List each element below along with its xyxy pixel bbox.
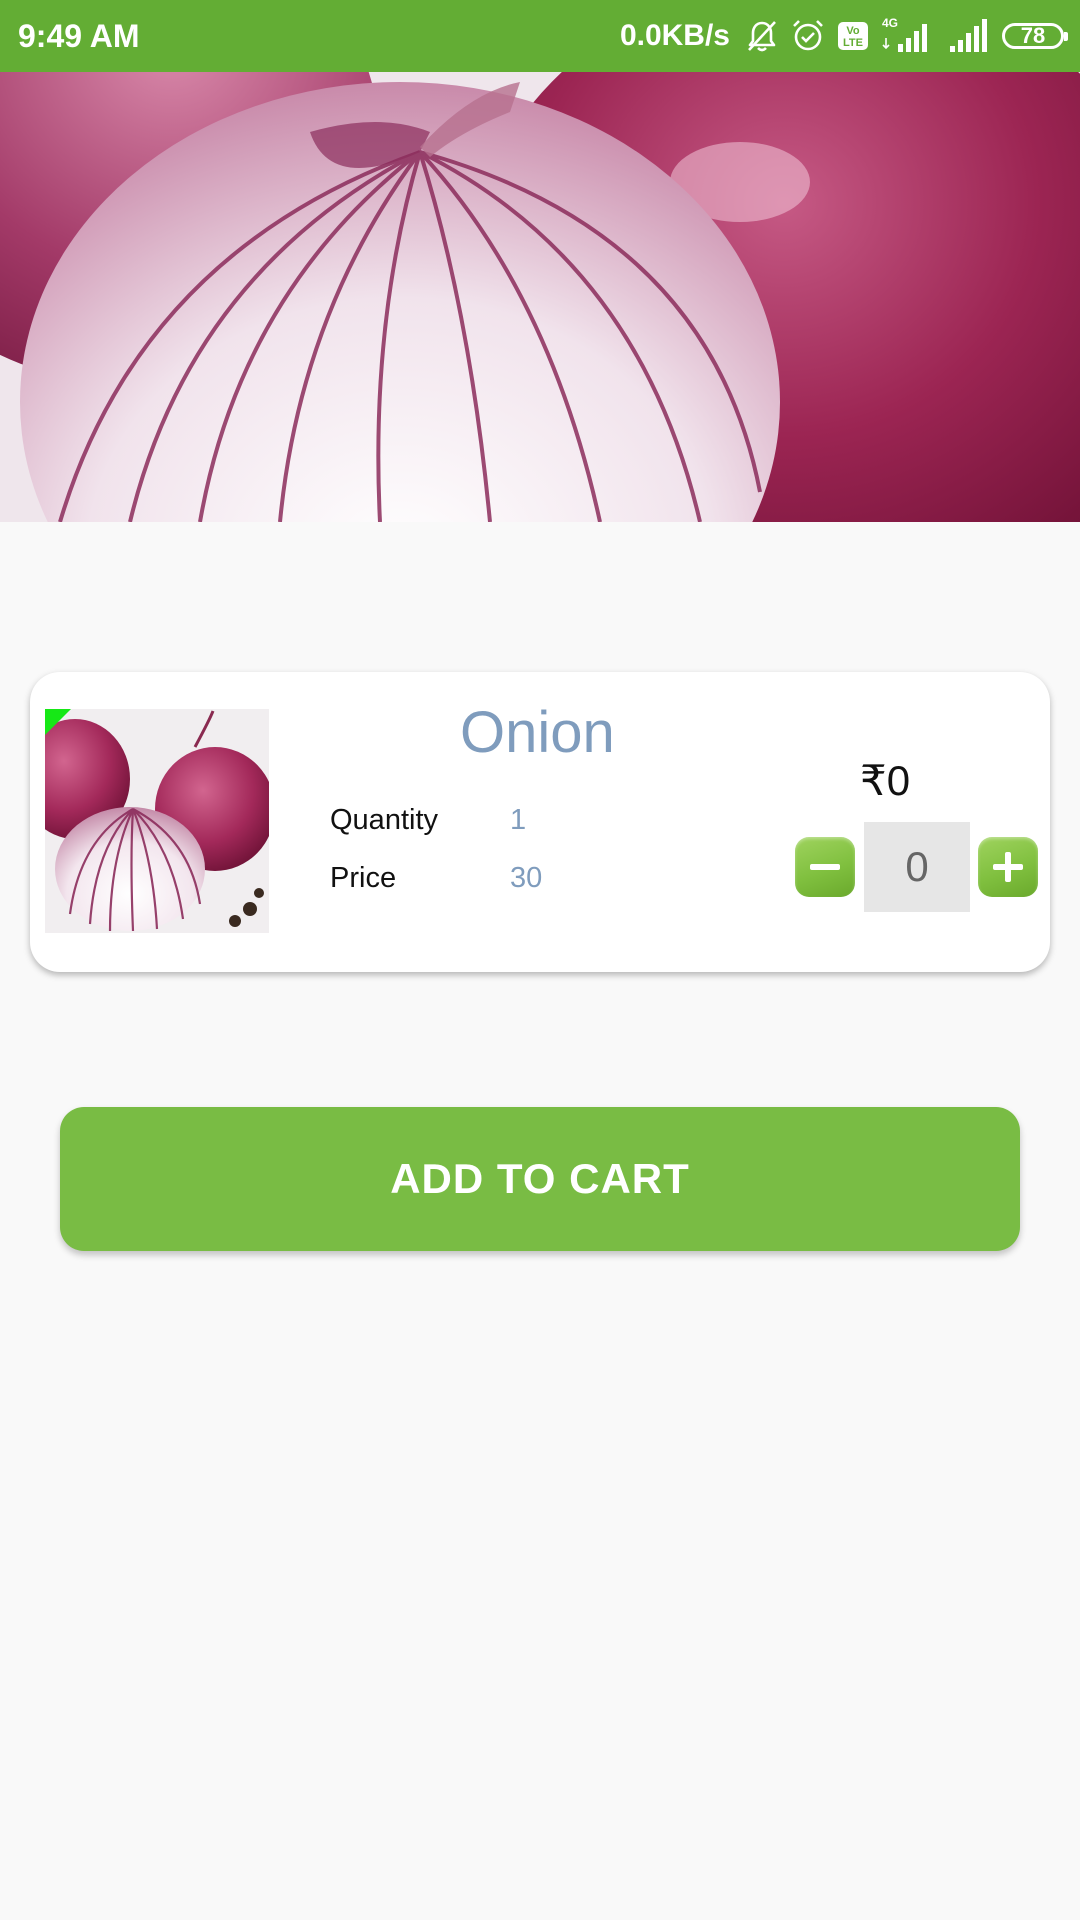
product-detail-screen: 9:49 AM 0.0KB/s Vo LTE 4G 78 Onion Quant… bbox=[0, 0, 1080, 1920]
cart-quantity-display: 0 bbox=[864, 822, 970, 912]
add-to-cart-button[interactable]: ADD TO CART bbox=[60, 1107, 1020, 1251]
decrement-button[interactable] bbox=[795, 837, 855, 897]
notifications-off-icon bbox=[744, 18, 780, 54]
volte-icon: Vo LTE bbox=[836, 19, 870, 53]
svg-text:Vo: Vo bbox=[846, 25, 860, 37]
product-name: Onion bbox=[460, 700, 615, 765]
product-card[interactable]: Onion Quantity 1 Price 30 ₹0 0 bbox=[30, 672, 1050, 972]
battery-level: 78 bbox=[1020, 23, 1046, 48]
status-time: 9:49 AM bbox=[18, 18, 140, 54]
svg-text:LTE: LTE bbox=[843, 37, 863, 49]
price-value: 30 bbox=[510, 862, 543, 894]
increment-button[interactable] bbox=[978, 837, 1038, 897]
network-speed: 0.0KB/s bbox=[619, 19, 730, 52]
battery-icon: 78 bbox=[1002, 23, 1068, 49]
minus-icon bbox=[810, 864, 840, 870]
alarm-icon bbox=[790, 18, 826, 54]
status-bar: 9:49 AM 0.0KB/s Vo LTE 4G 78 bbox=[0, 0, 1080, 72]
network-type-label: 4G bbox=[882, 16, 898, 30]
signal-4g-icon: 4G bbox=[880, 16, 936, 56]
signal-icon bbox=[946, 16, 992, 56]
total-price: ₹0 bbox=[860, 757, 911, 804]
onion-banner-image bbox=[0, 72, 1080, 522]
plus-icon bbox=[993, 852, 1023, 882]
quantity-label: Quantity bbox=[330, 804, 438, 836]
status-icons: 0.0KB/s Vo LTE 4G 78 bbox=[619, 12, 1068, 60]
quantity-value: 1 bbox=[510, 804, 527, 836]
onion-thumbnail-image bbox=[45, 709, 269, 933]
thumbnail-corner-marker bbox=[45, 709, 71, 735]
price-label: Price bbox=[330, 862, 397, 894]
